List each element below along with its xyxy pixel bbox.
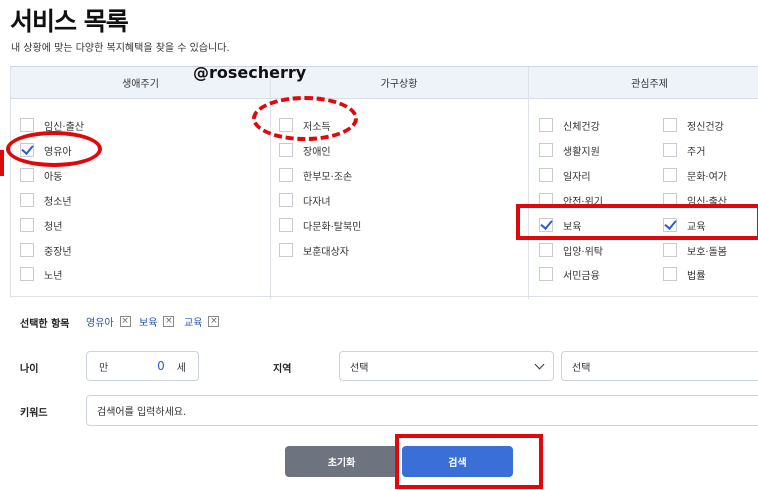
region-label: 지역	[273, 364, 292, 375]
checkbox[interactable]	[539, 168, 553, 182]
checkbox[interactable]	[20, 243, 34, 257]
highlight-ellipse	[6, 131, 102, 167]
checkbox-label: 생활지원	[563, 146, 600, 158]
checkbox[interactable]	[663, 143, 677, 157]
checkbox[interactable]	[279, 193, 293, 207]
column-divider	[528, 67, 529, 299]
checkbox[interactable]	[663, 267, 677, 281]
checkbox-item[interactable]: 장애인	[279, 142, 331, 158]
checkbox-item[interactable]: 신체건강	[539, 117, 600, 133]
checkbox-label: 보호·돌봄	[687, 246, 727, 258]
checkbox-label: 청년	[44, 221, 63, 233]
selected-items-label: 선택한 항목	[20, 319, 70, 330]
tag-label: 영유아	[86, 318, 114, 329]
selected-tag: 교육 ×	[184, 314, 220, 329]
checkbox-label: 법률	[687, 270, 706, 282]
checkbox-label: 청소년	[44, 196, 72, 208]
tag-label: 교육	[184, 318, 203, 329]
checkbox[interactable]	[663, 168, 677, 182]
checkbox-label: 신체건강	[563, 121, 600, 133]
selected-tag: 영유아 ×	[86, 314, 131, 329]
checkbox-item[interactable]: 일자리	[539, 167, 591, 183]
checkbox-label: 다자녀	[303, 196, 331, 208]
region-select-value: 선택	[350, 362, 369, 374]
checkbox-label: 한부모·조손	[303, 171, 353, 183]
checkbox[interactable]	[20, 218, 34, 232]
checkbox-label: 중장년	[44, 246, 72, 258]
tag-label: 보육	[139, 318, 158, 329]
checkbox-item[interactable]: 다자녀	[279, 192, 331, 208]
highlight-mark	[0, 150, 4, 176]
checkbox-item[interactable]: 입양·위탁	[539, 242, 603, 258]
column-header-interest: 관심주제	[528, 67, 758, 99]
checkbox[interactable]	[539, 267, 553, 281]
checkbox-item[interactable]: 청년	[20, 217, 62, 233]
selected-tag: 보육 ×	[139, 314, 175, 329]
region-select-2[interactable]: 선택	[561, 351, 758, 381]
checkbox-label: 정신건강	[687, 121, 724, 133]
divider	[10, 296, 758, 297]
highlight-box	[516, 204, 758, 240]
checkbox-item[interactable]: 중장년	[20, 242, 72, 258]
checkbox-label: 장애인	[303, 146, 331, 158]
checkbox-label: 입양·위탁	[563, 246, 603, 258]
checkbox[interactable]	[20, 193, 34, 207]
checkbox-item[interactable]: 서민금융	[539, 266, 600, 282]
checkbox[interactable]	[539, 243, 553, 257]
checkbox-item[interactable]: 노년	[20, 266, 62, 282]
reset-button[interactable]: 초기화	[285, 446, 398, 477]
checkbox-item[interactable]: 보호·돌봄	[663, 242, 727, 258]
watermark-text: @rosecherry	[193, 63, 307, 82]
checkbox[interactable]	[663, 118, 677, 132]
checkbox-label: 서민금융	[563, 270, 600, 282]
checkbox-label: 노년	[44, 270, 63, 282]
filter-panel: 생애주기 가구상황 관심주제	[10, 66, 758, 299]
region-select-1[interactable]: 선택	[339, 351, 554, 381]
remove-tag-icon[interactable]: ×	[119, 316, 131, 327]
checkbox-item[interactable]: 주거	[663, 142, 705, 158]
checkbox-label: 문화·여가	[687, 171, 727, 183]
page-subtitle: 내 상황에 맞는 다양한 복지혜택을 찾을 수 있습니다.	[11, 43, 230, 54]
checkbox[interactable]	[539, 143, 553, 157]
highlight-dashed-ellipse	[252, 96, 358, 141]
checkbox-item[interactable]: 법률	[663, 266, 705, 282]
age-label: 나이	[20, 364, 39, 375]
age-input[interactable]: 만 0 세	[86, 351, 199, 381]
checkbox-label: 주거	[687, 146, 706, 158]
checkbox[interactable]	[279, 143, 293, 157]
checkbox-item[interactable]: 문화·여가	[663, 167, 727, 183]
checkbox[interactable]	[20, 118, 34, 132]
checkbox[interactable]	[539, 118, 553, 132]
checkbox-label: 아동	[44, 171, 63, 183]
chevron-down-icon	[534, 359, 545, 369]
page-title: 서비스 목록	[10, 7, 129, 36]
checkbox[interactable]	[20, 168, 34, 182]
checkbox-label: 일자리	[563, 171, 591, 183]
checkbox-item[interactable]: 보훈대상자	[279, 242, 349, 258]
keyword-placeholder: 검색어를 입력하세요.	[97, 407, 187, 418]
age-prefix: 만	[99, 362, 109, 374]
age-unit: 세	[176, 362, 186, 374]
checkbox-item[interactable]: 생활지원	[539, 142, 600, 158]
region-select-value: 선택	[572, 362, 591, 374]
checkbox-label: 보훈대상자	[303, 246, 349, 258]
remove-tag-icon[interactable]: ×	[163, 316, 175, 327]
checkbox-label: 다문화·탈북민	[303, 221, 362, 233]
keyword-label: 키워드	[20, 408, 48, 419]
age-value: 0	[157, 359, 165, 373]
highlight-box	[395, 434, 543, 489]
checkbox[interactable]	[20, 267, 34, 281]
checkbox-item[interactable]: 아동	[20, 167, 62, 183]
checkbox-item[interactable]: 청소년	[20, 192, 72, 208]
checkbox[interactable]	[279, 218, 293, 232]
keyword-input[interactable]: 검색어를 입력하세요.	[86, 395, 758, 426]
checkbox[interactable]	[279, 243, 293, 257]
checkbox[interactable]	[663, 243, 677, 257]
checkbox[interactable]	[279, 168, 293, 182]
checkbox-item[interactable]: 다문화·탈북민	[279, 217, 361, 233]
remove-tag-icon[interactable]: ×	[208, 316, 220, 327]
checkbox-item[interactable]: 한부모·조손	[279, 167, 352, 183]
checkbox-item[interactable]: 정신건강	[663, 117, 724, 133]
column-header-household: 가구상황	[270, 67, 528, 99]
